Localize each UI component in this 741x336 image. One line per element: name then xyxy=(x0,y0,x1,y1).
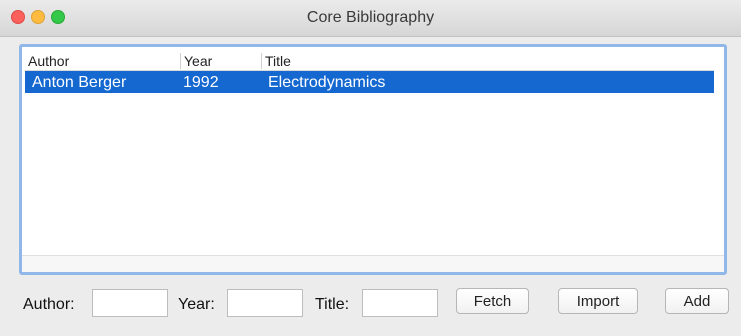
entry-form: Author: Year: Title: Fetch Import Add xyxy=(0,283,741,327)
title-input[interactable] xyxy=(362,289,438,317)
import-button[interactable]: Import xyxy=(558,288,638,314)
cell-title: Electrodynamics xyxy=(268,74,386,91)
author-label: Author: xyxy=(23,296,75,313)
horizontal-scrollbar[interactable] xyxy=(22,255,724,272)
title-bar[interactable]: Core Bibliography xyxy=(0,0,741,37)
cell-year: 1992 xyxy=(183,74,219,91)
table-header: Author Year Title xyxy=(25,50,714,71)
title-label: Title: xyxy=(315,296,350,313)
bibliography-table-frame[interactable]: Author Year Title Anton Berger 1992 Elec… xyxy=(19,44,727,275)
cell-author: Anton Berger xyxy=(32,74,127,91)
add-button[interactable]: Add xyxy=(665,288,729,314)
year-label: Year: xyxy=(178,296,215,313)
author-input[interactable] xyxy=(92,289,168,317)
column-header-title[interactable]: Title xyxy=(261,53,291,69)
table-row[interactable]: Anton Berger 1992 Electrodynamics xyxy=(25,71,714,93)
column-header-year[interactable]: Year xyxy=(180,53,212,69)
year-input[interactable] xyxy=(227,289,303,317)
fetch-button[interactable]: Fetch xyxy=(456,288,529,314)
column-header-author[interactable]: Author xyxy=(28,53,69,69)
window-title: Core Bibliography xyxy=(306,9,435,26)
bibliography-table[interactable]: Author Year Title Anton Berger 1992 Elec… xyxy=(25,50,714,272)
app-window: Core Bibliography Author Year Title Anto… xyxy=(0,0,741,336)
